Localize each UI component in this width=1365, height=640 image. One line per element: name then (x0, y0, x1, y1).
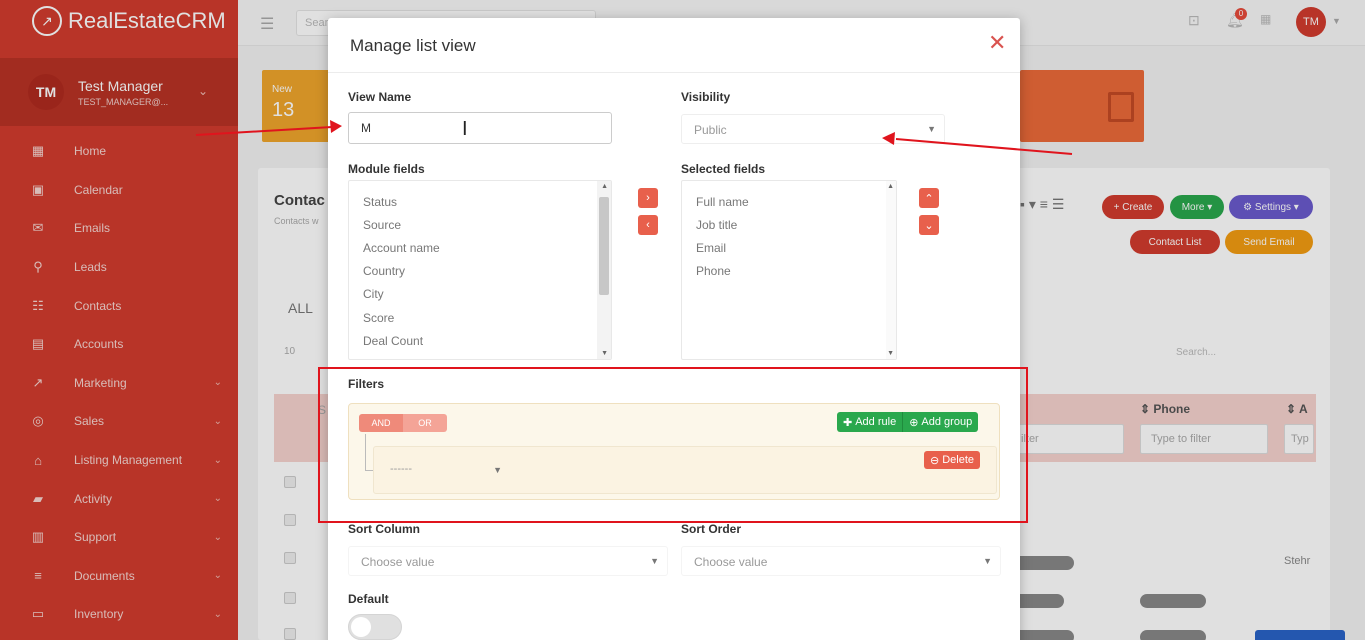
list-item[interactable]: City (349, 283, 611, 306)
view-name-input[interactable] (348, 112, 612, 144)
annotation-highlight-box (318, 367, 1028, 523)
toggle-knob (351, 617, 371, 637)
chevron-down-icon: ⌄ (924, 219, 934, 232)
sort-order-value: Choose value (694, 555, 768, 569)
list-item[interactable]: Score (349, 306, 611, 329)
manage-list-view-modal: Manage list view ✕ View Name I Visibilit… (328, 18, 1020, 640)
sort-column-value: Choose value (361, 555, 435, 569)
list-item[interactable]: Source (349, 213, 611, 236)
move-left-button[interactable]: ‹ (638, 215, 658, 235)
scroll-up-icon[interactable]: ▲ (887, 183, 894, 190)
visibility-select[interactable]: Public ▼ (681, 114, 945, 144)
list-item[interactable]: Opportunity Count (349, 352, 611, 359)
chevron-right-icon: › (646, 192, 650, 204)
list-item[interactable]: Job title (682, 213, 896, 236)
module-fields-items: Status Source Account name Country City Score… (349, 181, 611, 359)
scroll-up-icon[interactable]: ▲ (601, 183, 608, 190)
scrollbar-thumb[interactable] (599, 197, 609, 295)
module-fields-scrollbar[interactable]: ▲ ▼ (597, 181, 611, 359)
caret-down-icon: ▼ (927, 124, 936, 134)
list-item[interactable]: Full name (682, 190, 896, 213)
sort-column-select[interactable]: Choose value ▼ (348, 546, 668, 576)
move-down-button[interactable]: ⌄ (919, 215, 939, 235)
selected-fields-list[interactable]: Full name Job title Email Phone ▲ ▼ (681, 180, 897, 360)
scroll-down-icon[interactable]: ▼ (887, 350, 894, 357)
list-item[interactable]: Phone (682, 260, 896, 283)
module-fields-list[interactable]: Status Source Account name Country City Score… (348, 180, 612, 360)
default-toggle[interactable] (348, 614, 402, 640)
selected-fields-items: Full name Job title Email Phone (682, 181, 896, 283)
move-up-button[interactable]: ⌃ (919, 188, 939, 208)
visibility-label: Visibility (681, 90, 731, 104)
view-name-label: View Name (348, 90, 412, 104)
caret-down-icon: ▼ (983, 556, 992, 566)
caret-down-icon: ▼ (650, 556, 659, 566)
chevron-up-icon: ⌃ (924, 192, 934, 205)
visibility-value: Public (694, 123, 727, 137)
module-fields-label: Module fields (348, 162, 425, 176)
selected-fields-scrollbar[interactable]: ▲ ▼ (886, 181, 896, 359)
close-icon[interactable]: ✕ (988, 30, 1006, 56)
sort-order-label: Sort Order (681, 522, 742, 536)
list-item[interactable]: Deal Count (349, 329, 611, 352)
selected-fields-label: Selected fields (681, 162, 766, 176)
chevron-left-icon: ‹ (646, 219, 650, 231)
list-item[interactable]: Country (349, 260, 611, 283)
text-cursor-icon: I (462, 118, 468, 140)
modal-title: Manage list view (350, 36, 476, 55)
sort-column-label: Sort Column (348, 522, 420, 536)
sort-order-select[interactable]: Choose value ▼ (681, 546, 1001, 576)
scroll-down-icon[interactable]: ▼ (601, 350, 608, 357)
move-right-button[interactable]: › (638, 188, 658, 208)
list-item[interactable]: Email (682, 236, 896, 259)
modal-divider (328, 72, 1020, 73)
list-item[interactable]: Status (349, 190, 611, 213)
list-item[interactable]: Account name (349, 236, 611, 259)
default-label: Default (348, 592, 389, 606)
